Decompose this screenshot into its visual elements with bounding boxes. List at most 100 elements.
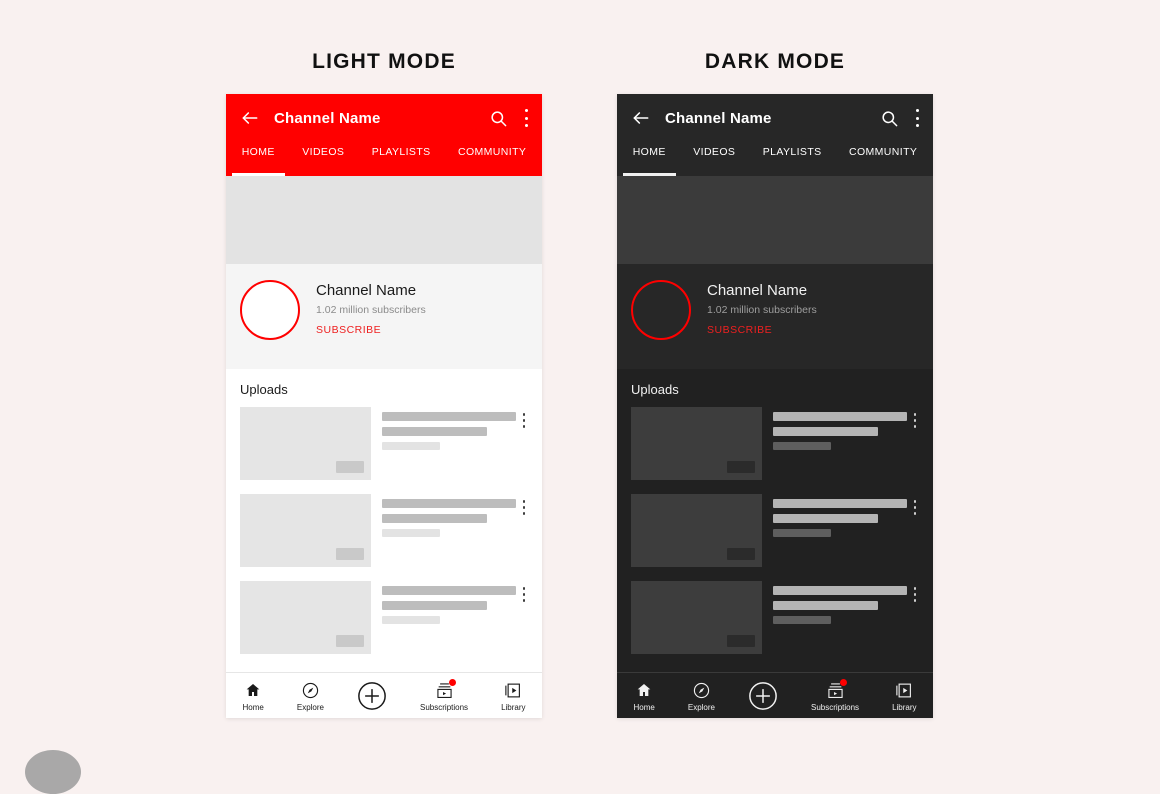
nav-label: Home [242, 703, 264, 712]
nav-label: Subscriptions [420, 703, 469, 712]
subscribe-button[interactable]: SUBSCRIBE [316, 324, 426, 336]
nav-item-create[interactable] [732, 681, 795, 711]
nav-item-explore[interactable]: Explore [671, 679, 731, 712]
dark-mode-phone: Channel Name HOME VIDEOS PLAYLISTS COMMU… [617, 94, 933, 718]
tab-community[interactable]: COMMUNITY [444, 142, 540, 176]
overflow-menu-icon[interactable] [913, 413, 917, 428]
nav-item-subscriptions[interactable]: Subscriptions [404, 679, 485, 712]
list-item[interactable] [631, 494, 919, 567]
nav-item-home[interactable]: Home [226, 679, 280, 712]
list-item[interactable] [240, 407, 528, 480]
app-bar-title: Channel Name [274, 109, 381, 127]
notification-badge [839, 679, 847, 686]
video-title-placeholder [773, 586, 907, 595]
bottom-navigation: Home Explore Subscriptions Library [226, 672, 542, 718]
video-stats-placeholder [773, 616, 831, 624]
nav-item-library[interactable]: Library [876, 679, 933, 712]
nav-item-explore[interactable]: Explore [280, 679, 340, 712]
tab-label: HOME [241, 146, 275, 158]
overflow-menu-icon[interactable] [522, 500, 526, 515]
tab-playlists[interactable]: PLAYLISTS [749, 142, 835, 176]
video-thumbnail[interactable] [240, 494, 371, 567]
channel-text: Channel Name 1.02 million subscribers SU… [316, 280, 426, 336]
video-meta [382, 581, 516, 630]
notification-badge [448, 679, 456, 686]
tab-community[interactable]: COMMUNITY [835, 142, 931, 176]
channel-name: Channel Name [316, 282, 417, 299]
overflow-menu-icon[interactable] [522, 587, 526, 602]
list-item[interactable] [240, 581, 528, 654]
nav-label: Explore [687, 703, 715, 712]
subscribe-button[interactable]: SUBSCRIBE [707, 324, 817, 336]
overflow-menu-icon[interactable] [913, 500, 917, 515]
tab-home[interactable]: HOME [619, 142, 680, 176]
tab-playlists[interactable]: PLAYLISTS [358, 142, 444, 176]
home-icon [245, 679, 261, 701]
duration-badge [336, 461, 364, 473]
light-mode-heading: LIGHT MODE [312, 50, 456, 73]
light-mode-phone: Channel Name HOME VIDEOS PLAYLISTS COMMU… [226, 94, 542, 718]
decorative-blob [25, 750, 81, 794]
duration-badge [336, 635, 364, 647]
subscriber-count: 1.02 million subscribers [316, 304, 426, 316]
video-meta [773, 581, 907, 630]
overflow-menu-icon[interactable] [915, 109, 919, 127]
overflow-menu-icon[interactable] [913, 587, 917, 602]
channel-banner [617, 176, 933, 264]
list-item[interactable] [631, 407, 919, 480]
nav-item-home[interactable]: Home [617, 679, 671, 712]
nav-item-subscriptions[interactable]: Subscriptions [795, 679, 876, 712]
video-subtitle-placeholder [382, 514, 487, 523]
nav-item-create[interactable] [341, 681, 404, 711]
tab-label: COMMUNITY [457, 146, 527, 158]
dark-mode-heading: DARK MODE [704, 50, 846, 73]
video-subtitle-placeholder [773, 601, 878, 610]
video-meta [773, 494, 907, 543]
tab-videos[interactable]: VIDEOS [289, 142, 358, 176]
overflow-menu-icon[interactable] [522, 413, 526, 428]
video-meta [382, 407, 516, 456]
app-bar-top: Channel Name [617, 94, 933, 142]
video-stats-placeholder [773, 442, 831, 450]
video-title-placeholder [382, 499, 516, 508]
app-bar-title: Channel Name [665, 109, 772, 127]
bottom-navigation: Home Explore Subscriptions Library [617, 672, 933, 718]
video-thumbnail[interactable] [631, 407, 762, 480]
subscriber-count: 1.02 million subscribers [707, 304, 817, 316]
video-subtitle-placeholder [382, 427, 487, 436]
duration-badge [336, 548, 364, 560]
nav-item-library[interactable]: Library [485, 679, 542, 712]
video-thumbnail[interactable] [631, 494, 762, 567]
subscriptions-icon [826, 679, 847, 701]
plus-circle-icon [357, 681, 387, 711]
video-thumbnail[interactable] [240, 407, 371, 480]
video-thumbnail[interactable] [631, 581, 762, 654]
tab-label: VIDEOS [693, 146, 736, 158]
video-subtitle-placeholder [773, 427, 878, 436]
compass-icon [302, 679, 319, 701]
channel-tabs: HOME VIDEOS PLAYLISTS COMMUNITY [617, 142, 933, 176]
avatar[interactable] [631, 280, 691, 340]
canvas: LIGHT MODE Channel Name HOME VIDEOS PLAY… [0, 0, 1160, 794]
tab-videos[interactable]: VIDEOS [680, 142, 749, 176]
search-icon[interactable] [880, 109, 899, 128]
arrow-left-icon[interactable] [631, 108, 651, 128]
list-item[interactable] [631, 581, 919, 654]
library-icon [895, 679, 913, 701]
app-bar: Channel Name HOME VIDEOS PLAYLISTS COMMU… [617, 94, 933, 176]
video-stats-placeholder [382, 442, 440, 450]
library-icon [504, 679, 522, 701]
video-meta [382, 494, 516, 543]
plus-circle-icon [748, 681, 778, 711]
video-stats-placeholder [382, 616, 440, 624]
avatar[interactable] [240, 280, 300, 340]
app-bar-top: Channel Name [226, 94, 542, 142]
nav-label: Home [633, 703, 655, 712]
search-icon[interactable] [489, 109, 508, 128]
nav-label: Library [501, 703, 526, 712]
overflow-menu-icon[interactable] [524, 109, 528, 127]
video-thumbnail[interactable] [240, 581, 371, 654]
tab-home[interactable]: HOME [228, 142, 289, 176]
list-item[interactable] [240, 494, 528, 567]
arrow-left-icon[interactable] [240, 108, 260, 128]
